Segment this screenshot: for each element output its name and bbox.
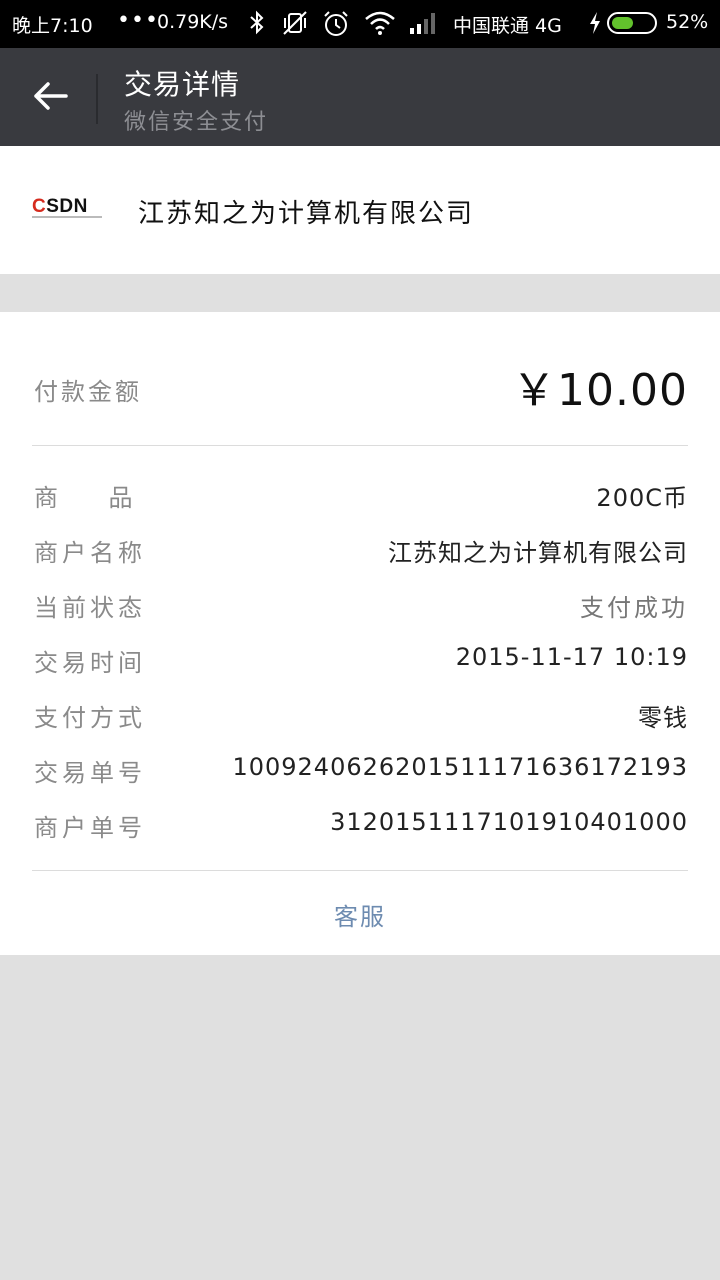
wifi-icon bbox=[364, 10, 396, 41]
amount-label: 付款金额 bbox=[34, 378, 142, 406]
divider bbox=[32, 870, 688, 871]
network-speed: 0.79K/s bbox=[157, 11, 229, 33]
detail-value: 零钱 bbox=[638, 704, 688, 732]
detail-label: 当前状态 bbox=[34, 594, 146, 622]
title-divider bbox=[96, 74, 98, 124]
back-button[interactable] bbox=[20, 66, 80, 126]
status-time: 晚上7:10 bbox=[12, 15, 93, 37]
detail-value: 江苏知之为计算机有限公司 bbox=[388, 539, 688, 567]
detail-label: 商 品 bbox=[34, 484, 137, 512]
notification-dots: ••• bbox=[117, 8, 159, 33]
transaction-detail-card: 付款金额 ￥10.00 商 品 200C币 商户名称 江苏知之为计算机有限公司 … bbox=[0, 312, 720, 955]
battery-percent: 52% bbox=[666, 11, 709, 33]
status-bar: 晚上7:10 ••• 0.79K/s 中国联通 4G 52% bbox=[0, 0, 720, 48]
detail-row-product: 商 品 200C币 bbox=[0, 474, 720, 529]
back-arrow-icon bbox=[34, 82, 68, 110]
detail-row-status: 当前状态 支付成功 bbox=[0, 584, 720, 639]
battery-icon bbox=[607, 12, 657, 34]
detail-value: 200C币 bbox=[596, 484, 688, 512]
amount-value: ￥10.00 bbox=[512, 365, 688, 416]
customer-service-link[interactable]: 客服 bbox=[0, 897, 720, 932]
page-title: 交易详情 bbox=[124, 68, 241, 101]
detail-row-merchant-name: 商户名称 江苏知之为计算机有限公司 bbox=[0, 529, 720, 584]
bluetooth-icon bbox=[247, 10, 267, 41]
alarm-icon bbox=[322, 10, 350, 43]
merchant-name: 江苏知之为计算机有限公司 bbox=[138, 199, 475, 229]
svg-text:CSDN: CSDN bbox=[32, 196, 88, 217]
divider bbox=[32, 445, 688, 446]
battery-fill bbox=[612, 17, 633, 29]
detail-row-payment-method: 支付方式 零钱 bbox=[0, 694, 720, 749]
detail-row-merchant-no: 商户单号 3120151117101910401000 bbox=[0, 804, 720, 859]
vibrate-off-icon bbox=[280, 10, 310, 41]
detail-label: 商户名称 bbox=[34, 539, 146, 567]
detail-label: 支付方式 bbox=[34, 704, 146, 732]
detail-row-time: 交易时间 2015-11-17 10:19 bbox=[0, 639, 720, 694]
detail-label: 交易时间 bbox=[34, 649, 146, 677]
detail-label: 交易单号 bbox=[34, 759, 146, 787]
title-bar: 交易详情 微信安全支付 bbox=[0, 48, 720, 146]
detail-value: 2015-11-17 10:19 bbox=[455, 643, 688, 671]
detail-value: 3120151117101910401000 bbox=[330, 808, 688, 836]
signal-icon bbox=[408, 10, 438, 41]
detail-value: 支付成功 bbox=[580, 594, 688, 622]
detail-value: 1009240626201511171636172193 bbox=[232, 753, 688, 781]
detail-list: 商 品 200C币 商户名称 江苏知之为计算机有限公司 当前状态 支付成功 交易… bbox=[0, 474, 720, 859]
charging-icon bbox=[588, 10, 602, 41]
carrier-label: 中国联通 4G bbox=[453, 15, 562, 37]
page-subtitle: 微信安全支付 bbox=[124, 110, 269, 135]
merchant-card: CSDN 江苏知之为计算机有限公司 bbox=[0, 146, 720, 274]
detail-row-transaction-no: 交易单号 1009240626201511171636172193 bbox=[0, 749, 720, 804]
merchant-logo: CSDN bbox=[32, 194, 104, 224]
detail-label: 商户单号 bbox=[34, 814, 146, 842]
